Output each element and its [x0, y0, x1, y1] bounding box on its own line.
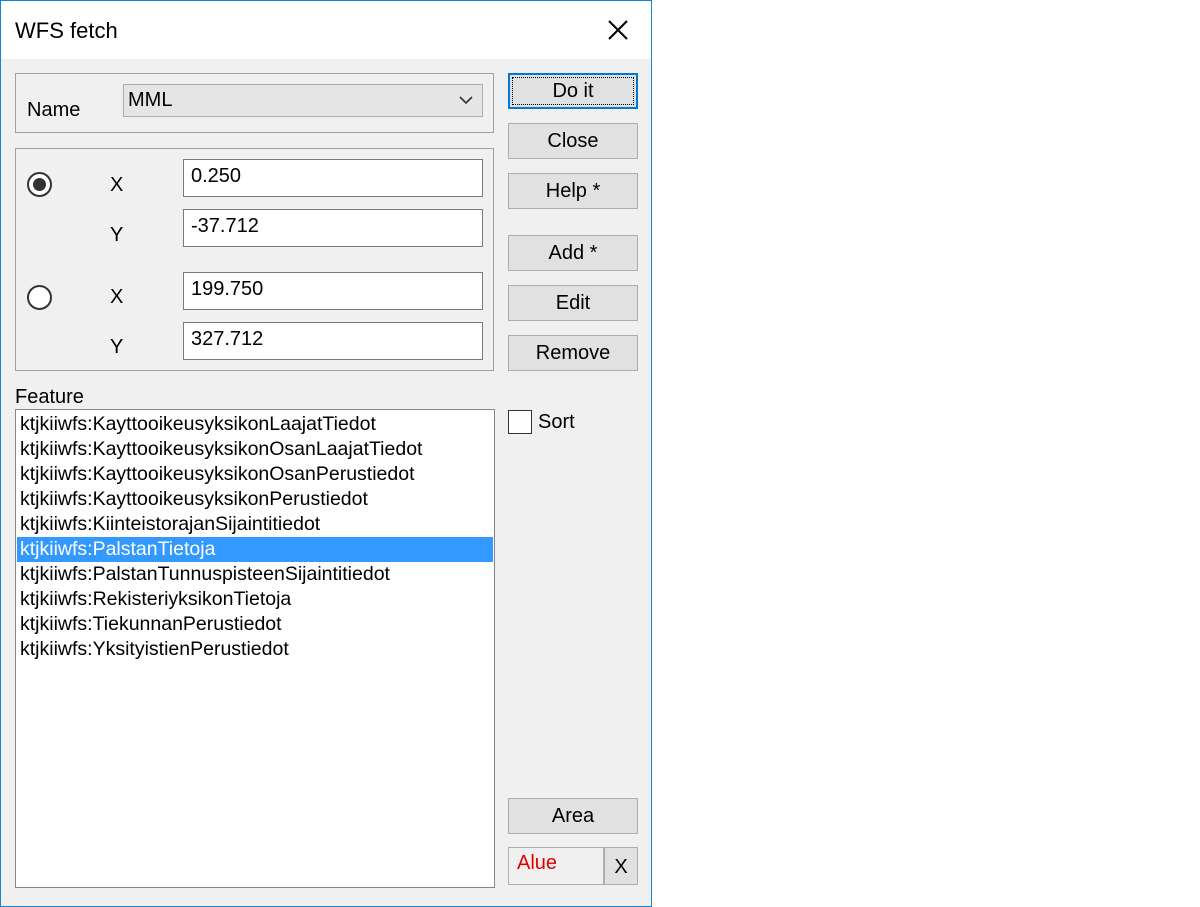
list-item[interactable]: ktjkiiwfs:RekisteriyksikonTietoja: [17, 587, 493, 612]
name-select-value: MML: [128, 89, 173, 111]
help-button[interactable]: Help *: [508, 173, 638, 209]
edit-button[interactable]: Edit: [508, 285, 638, 321]
point1-y-label: Y: [110, 224, 124, 246]
window-title: WFS fetch: [15, 18, 118, 43]
name-select[interactable]: MML: [123, 84, 483, 117]
feature-list[interactable]: ktjkiiwfs:KayttooikeusyksikonLaajatTiedo…: [15, 409, 495, 888]
list-item[interactable]: ktjkiiwfs:YksityistienPerustiedot: [17, 637, 493, 662]
list-item-selected[interactable]: ktjkiiwfs:PalstanTietoja: [17, 537, 493, 562]
chevron-down-icon: [459, 96, 473, 105]
point1-radio[interactable]: [27, 172, 52, 197]
point1-x-input[interactable]: 0.250: [183, 159, 483, 197]
point1-x-label: X: [110, 174, 124, 196]
area-field[interactable]: Alue: [508, 847, 604, 885]
clear-area-button[interactable]: X: [604, 847, 638, 885]
wfs-fetch-dialog: WFS fetch Name MML X 0.250 Y -37.712 X 1…: [0, 0, 652, 907]
list-item[interactable]: ktjkiiwfs:TiekunnanPerustiedot: [17, 612, 493, 637]
close-window-button[interactable]: [599, 11, 637, 49]
sort-label: Sort: [538, 411, 575, 433]
name-label: Name: [27, 99, 81, 121]
sort-checkbox[interactable]: [508, 410, 532, 434]
close-button[interactable]: Close: [508, 123, 638, 159]
point2-y-input[interactable]: 327.712: [183, 322, 483, 360]
point2-x-label: X: [110, 286, 124, 308]
point1-y-input[interactable]: -37.712: [183, 209, 483, 247]
list-item[interactable]: ktjkiiwfs:KiinteistorajanSijaintitiedot: [17, 512, 493, 537]
remove-button[interactable]: Remove: [508, 335, 638, 371]
list-item[interactable]: ktjkiiwfs:KayttooikeusyksikonOsanPerusti…: [17, 462, 493, 487]
point2-x-input[interactable]: 199.750: [183, 272, 483, 310]
radio-selected-dot: [33, 178, 46, 191]
list-item[interactable]: ktjkiiwfs:KayttooikeusyksikonLaajatTiedo…: [17, 412, 493, 437]
area-button[interactable]: Area: [508, 798, 638, 834]
add-button[interactable]: Add *: [508, 235, 638, 271]
point2-y-label: Y: [110, 336, 124, 358]
list-item[interactable]: ktjkiiwfs:KayttooikeusyksikonOsanLaajatT…: [17, 437, 493, 462]
close-icon: [608, 20, 628, 40]
point2-radio[interactable]: [27, 285, 52, 310]
title-bar: WFS fetch: [1, 1, 651, 59]
list-item[interactable]: ktjkiiwfs:KayttooikeusyksikonPerustiedot: [17, 487, 493, 512]
do-it-label: Do it: [552, 80, 594, 102]
list-item[interactable]: ktjkiiwfs:PalstanTunnuspisteenSijaintiti…: [17, 562, 493, 587]
feature-label: Feature: [15, 386, 84, 408]
do-it-button[interactable]: Do it: [508, 73, 638, 109]
